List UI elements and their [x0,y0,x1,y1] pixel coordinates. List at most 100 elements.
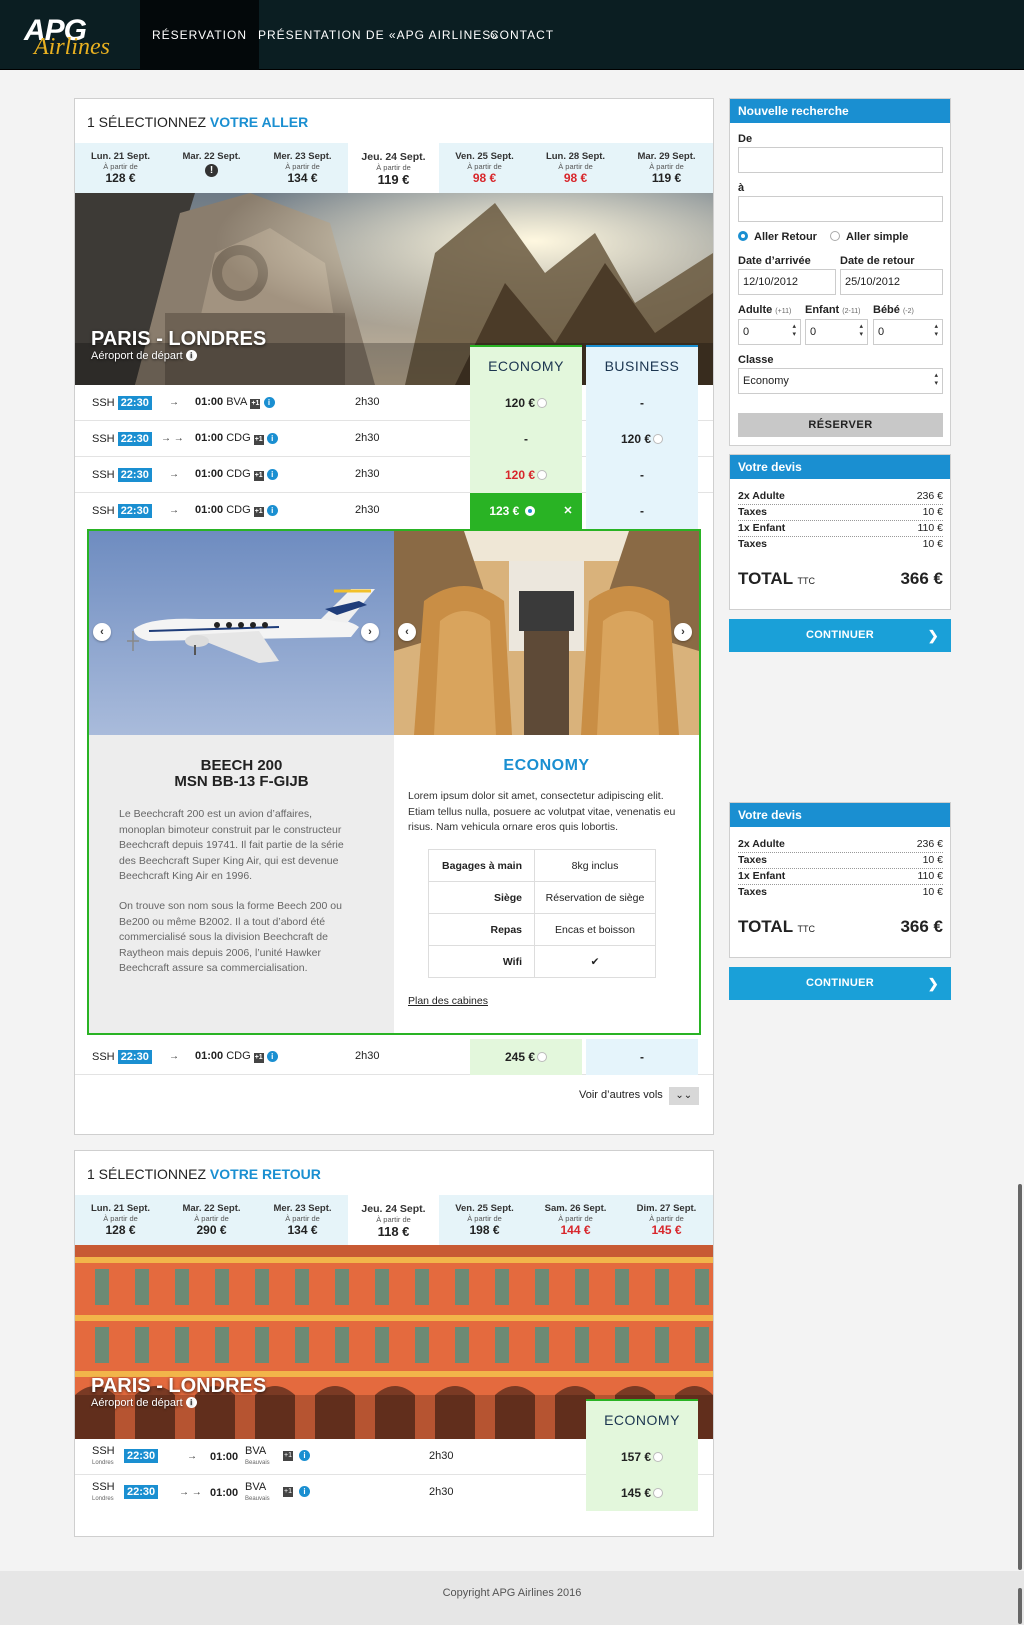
flight-row[interactable]: SSH 22:30 → 01:00 BVA +1 i 2h30 120 € - [75,385,713,421]
fare-price: 123 € [489,504,520,518]
business-fare: - [586,457,698,493]
outbound-date-3-selected[interactable]: Jeu. 24 Sept. À partir de 119 € [348,139,439,197]
to-input[interactable] [738,196,943,222]
arrival-time: 01:00 [195,468,224,480]
continue-button[interactable]: CONTINUER ❯ [729,619,951,652]
double-chevron-down-icon[interactable]: ⌄⌄ [668,1087,699,1105]
flight-row[interactable]: SSH 22:30 → 01:00 CDG +1 i 2h30 120 € - [75,457,713,493]
return-date-2[interactable]: Mer. 23 Sept. À partir de 134 € [257,1195,348,1245]
date-from: À partir de [376,1215,411,1224]
prev-arrow-icon[interactable]: ‹ [398,623,416,641]
return-panel: 1 SÉLECTIONNEZ VOTRE RETOUR Lun. 21 Sept… [74,1150,714,1537]
fare-radio[interactable] [537,1052,548,1062]
info-icon[interactable]: i [299,1450,310,1461]
info-icon[interactable]: i [266,469,278,480]
info-icon[interactable]: i [266,433,278,444]
info-icon[interactable]: i [185,350,197,361]
fare-radio[interactable] [653,1488,664,1498]
flight-row-selected[interactable]: SSH 22:30 → 01:00 CDG +1 i 2h30 123 € ✕ … [75,493,713,537]
apg-airlines-logo[interactable]: APG Airlines [18,10,130,60]
next-arrow-icon[interactable]: › [674,623,692,641]
economy-tab[interactable]: ECONOMY [470,345,582,385]
child-stepper[interactable]: 0 [805,319,868,345]
origin-code: SSH [92,1481,115,1493]
fare-radio[interactable] [537,470,548,480]
arrival-city: Beauvais [245,1496,270,1502]
outbound-date-0[interactable]: Lun. 21 Sept. À partir de 128 € [75,143,166,193]
continue-button[interactable]: CONTINUER ❯ [729,967,951,1000]
more-flights-button[interactable]: Voir d’autres vols ⌄⌄ [579,1087,699,1105]
origin-city: Londres [92,1496,114,1502]
return-date-0[interactable]: Lun. 21 Sept. À partir de 128 € [75,1195,166,1245]
class-select[interactable]: Economy [738,368,943,394]
radio-checked-icon [738,231,748,241]
cabin-photo: ‹ › [394,531,699,735]
origin-code: SSH [92,1051,115,1063]
outbound-date-2[interactable]: Mer. 23 Sept. À partir de 134 € [257,143,348,193]
adult-stepper[interactable]: 0 [738,319,801,345]
quote-line: 1x Enfant 110 € [738,870,943,885]
return-route-title: PARIS - LONDRES [91,1375,267,1397]
arrival-date-input[interactable]: 12/10/2012 [738,269,836,295]
return-date-4[interactable]: Ven. 25 Sept. À partir de 198 € [439,1195,530,1245]
date-label: Sam. 26 Sept. [544,1203,607,1214]
fare-radio-checked[interactable] [524,506,535,516]
info-icon[interactable]: i [299,1486,310,1497]
return-date-5[interactable]: Sam. 26 Sept. À partir de 144 € [530,1195,621,1245]
fare-radio[interactable] [653,434,664,444]
business-fare[interactable]: 120 € [586,421,698,457]
outbound-date-5[interactable]: Lun. 28 Sept. À partir de 98 € [530,143,621,193]
nav-presentation[interactable]: PRÉSENTATION DE «APG AIRLINES» [246,0,511,70]
flight-row[interactable]: SSH 22:30 → 01:00 CDG +1 i 2h30 245 € - [75,1039,713,1075]
economy-fare-selected[interactable]: 123 € [470,493,554,529]
cabin-plan-link[interactable]: Plan des cabines [408,995,488,1007]
info-icon[interactable]: i [266,1051,278,1062]
scrollbar-thumb[interactable] [1018,1184,1022,1570]
economy-fare[interactable]: 145 € [586,1475,698,1511]
arrival-airport: BVA [245,1445,267,1457]
return-date-input[interactable]: 25/10/2012 [840,269,943,295]
flight-duration: 2h30 [355,504,380,516]
flight-arrival: 01:00 CDG +1 i [195,468,278,481]
close-icon[interactable]: ✕ [554,493,582,529]
one-way-radio[interactable]: Aller simple [830,231,908,243]
scrollbar-thumb-lower[interactable] [1018,1588,1022,1624]
prev-arrow-icon[interactable]: ‹ [93,623,111,641]
date-from: À partir de [103,1214,138,1223]
nav-contact[interactable]: CONTACT [478,0,566,70]
nav-reservation[interactable]: RÉSERVATION [140,0,260,70]
from-input[interactable] [738,147,943,173]
flight-row[interactable]: SSH 22:30 → → 01:00 CDG +1 i 2h30 - 120 … [75,421,713,457]
next-arrow-icon[interactable]: › [361,623,379,641]
return-date-6[interactable]: Dim. 27 Sept. À partir de 145 € [621,1195,712,1245]
economy-fare[interactable]: 245 € [470,1039,582,1075]
date-price: 118 € [377,1224,410,1239]
info-icon[interactable]: i [263,397,275,408]
return-flight-row[interactable]: SSH Londres 22:30 → → 01:00 BVA Beauvais +… [75,1475,713,1511]
round-trip-radio[interactable]: Aller Retour [738,231,817,243]
return-date-3-selected[interactable]: Jeu. 24 Sept. À partir de 118 € [348,1191,439,1249]
info-icon[interactable]: i [185,1397,197,1408]
return-date-strip: Lun. 21 Sept. À partir de 128 € Mar. 22 Se… [75,1191,713,1249]
return-date-1[interactable]: Mar. 22 Sept. À partir de 290 € [166,1195,257,1245]
fare-radio[interactable] [537,398,548,408]
date-label: Mar. 29 Sept. [637,151,696,162]
economy-fare[interactable]: 120 € [470,457,582,493]
outbound-date-6[interactable]: Mar. 29 Sept. À partir de 119 € [621,143,712,193]
route-sub-text: Aéroport de départ [91,350,183,362]
return-flight-row[interactable]: SSH Londres 22:30 → 01:00 BVA Beauvais +1 … [75,1439,713,1475]
reserve-button[interactable]: RÉSERVER [738,413,943,437]
quote-item: Taxes [738,854,767,866]
fare-radio[interactable] [653,1452,664,1462]
arrival-airport: CDG [226,504,251,516]
outbound-date-4[interactable]: Ven. 25 Sept. À partir de 98 € [439,143,530,193]
business-tab[interactable]: BUSINESS [586,345,698,385]
return-date-label: Date de retour [840,255,915,267]
baby-stepper[interactable]: 0 [873,319,943,345]
date-from: À partir de [376,163,411,172]
info-icon[interactable]: i [266,505,278,516]
economy-fare[interactable]: 157 € [586,1439,698,1475]
feature-row: Siège Réservation de siège [428,881,656,914]
economy-tab[interactable]: ECONOMY [586,1399,698,1439]
economy-fare[interactable]: 120 € [470,385,582,421]
